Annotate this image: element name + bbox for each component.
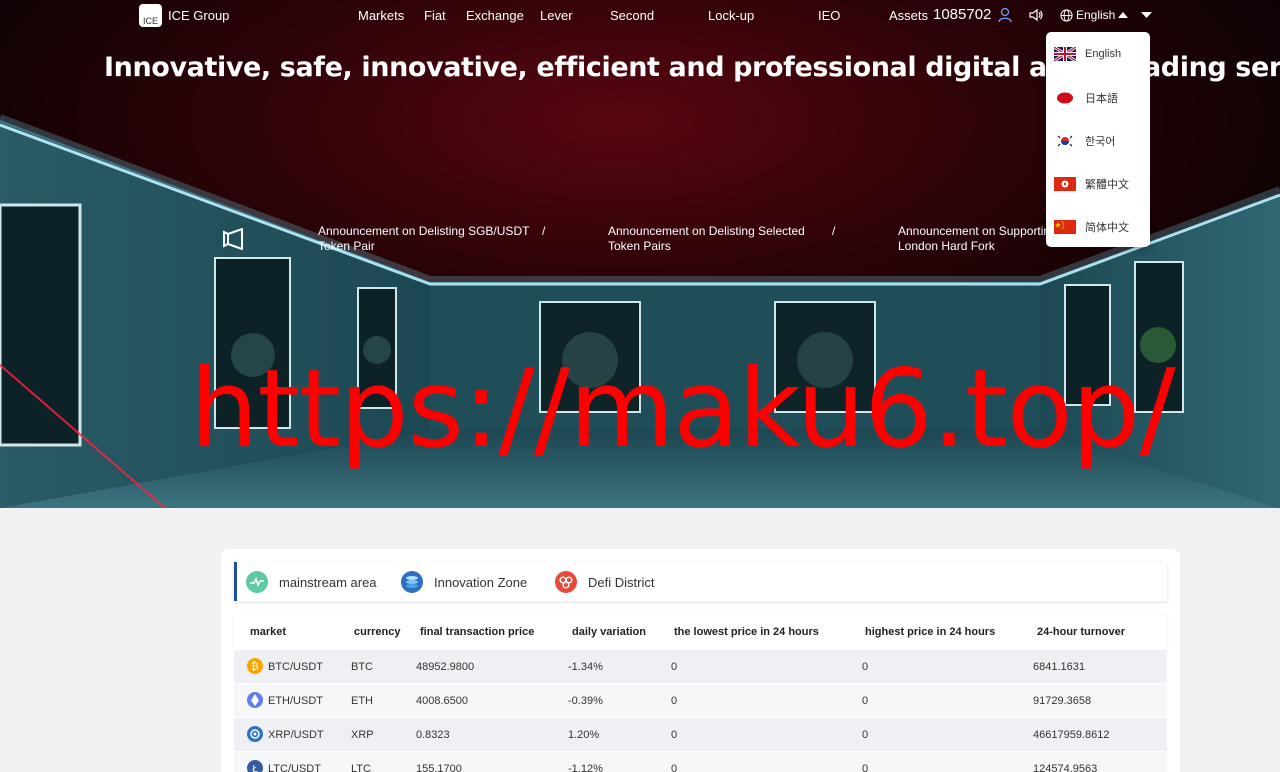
btc-icon: ₿	[247, 658, 263, 674]
nav-lock-up[interactable]: Lock-up	[708, 8, 754, 23]
announcement-separator: /	[542, 224, 546, 238]
column-market[interactable]: market	[250, 626, 286, 638]
language-dropdown: English 日本語 한국어 繁體中文 简体中文	[1046, 32, 1150, 247]
announcement-item[interactable]: Announcement on Delisting Selected Token…	[608, 224, 808, 254]
table-row[interactable]: ETH/USDT ETH 4008.6500 -0.39% 0 0 91729.…	[234, 684, 1167, 718]
japan-flag-icon	[1056, 92, 1074, 104]
xrp-icon	[247, 726, 263, 742]
top-navbar: ICE ICE Group Markets Fiat Exchange Leve…	[0, 0, 1280, 32]
assets-value: 1085702	[933, 6, 992, 23]
current-language: English	[1076, 8, 1116, 22]
pulse-icon	[246, 571, 268, 593]
language-option-english[interactable]: English	[1054, 47, 1121, 61]
market-tabs: mainstream area Innovation Zone Defi Dis…	[234, 562, 1167, 601]
market-table-header: market currency final transaction price …	[234, 614, 1167, 650]
nav-fiat[interactable]: Fiat	[424, 8, 446, 23]
column-daily-variation[interactable]: daily variation	[572, 626, 646, 638]
language-selector[interactable]: English	[1060, 8, 1129, 22]
nav-assets[interactable]: Assets	[889, 8, 928, 23]
uk-flag-icon	[1054, 47, 1076, 61]
nav-lever[interactable]: Lever	[540, 8, 573, 23]
column-price[interactable]: final transaction price	[420, 626, 534, 638]
column-high-24h[interactable]: highest price in 24 hours	[865, 626, 995, 638]
column-currency[interactable]: currency	[354, 626, 400, 638]
nav-exchange[interactable]: Exchange	[466, 8, 524, 23]
caret-down-icon[interactable]	[1141, 11, 1152, 19]
tab-innovation-zone[interactable]: Innovation Zone	[400, 570, 527, 594]
table-row[interactable]: XRP/USDT XRP 0.8323 1.20% 0 0 46617959.8…	[234, 718, 1167, 752]
announcement-item[interactable]: Announcement on Delisting SGB/USDT Token…	[318, 224, 548, 254]
tab-defi-district[interactable]: Defi District	[554, 570, 654, 594]
megaphone-icon	[223, 228, 243, 250]
column-low-24h[interactable]: the lowest price in 24 hours	[674, 626, 819, 638]
user-icon[interactable]	[998, 7, 1012, 23]
ltc-icon: Ł	[247, 760, 263, 772]
defi-icon	[555, 571, 577, 593]
language-option-simplified-chinese[interactable]: 简体中文	[1054, 219, 1129, 235]
language-option-korean[interactable]: 한국어	[1054, 133, 1115, 149]
nav-ieo[interactable]: IEO	[818, 8, 840, 23]
svg-text:₿: ₿	[251, 661, 258, 673]
column-turnover[interactable]: 24-hour turnover	[1037, 626, 1125, 638]
brand-name: ICE Group	[168, 8, 230, 23]
watermark-url: https://maku6.top/	[190, 347, 1176, 472]
market-panel: mainstream area Innovation Zone Defi Dis…	[221, 549, 1180, 772]
nav-second[interactable]: Second	[610, 8, 654, 23]
language-option-traditional-chinese[interactable]: 繁體中文	[1054, 176, 1129, 192]
table-row[interactable]: ₿ BTC/USDT BTC 48952.9800 -1.34% 0 0 684…	[234, 650, 1167, 684]
tab-mainstream-area[interactable]: mainstream area	[245, 570, 377, 594]
globe-icon	[1060, 8, 1073, 22]
brand-logo[interactable]: ICE ICE Group	[139, 4, 229, 27]
eth-icon	[247, 692, 263, 708]
korea-flag-icon	[1057, 134, 1073, 148]
language-option-japanese[interactable]: 日本語	[1054, 90, 1118, 106]
caret-up-icon	[1118, 12, 1129, 18]
hongkong-flag-icon	[1054, 177, 1076, 191]
announcement-separator: /	[832, 224, 836, 238]
nav-markets[interactable]: Markets	[358, 8, 404, 23]
table-row[interactable]: Ł LTC/USDT LTC 155.1700 -1.12% 0 0 12457…	[234, 752, 1167, 772]
logo-icon: ICE	[139, 4, 162, 27]
announcement-item[interactable]: Announcement on Supporting London Hard F…	[898, 224, 1058, 254]
speaker-icon[interactable]	[1028, 7, 1044, 23]
china-flag-icon	[1054, 220, 1076, 234]
layers-icon	[401, 571, 423, 593]
svg-text:Ł: Ł	[251, 764, 258, 772]
